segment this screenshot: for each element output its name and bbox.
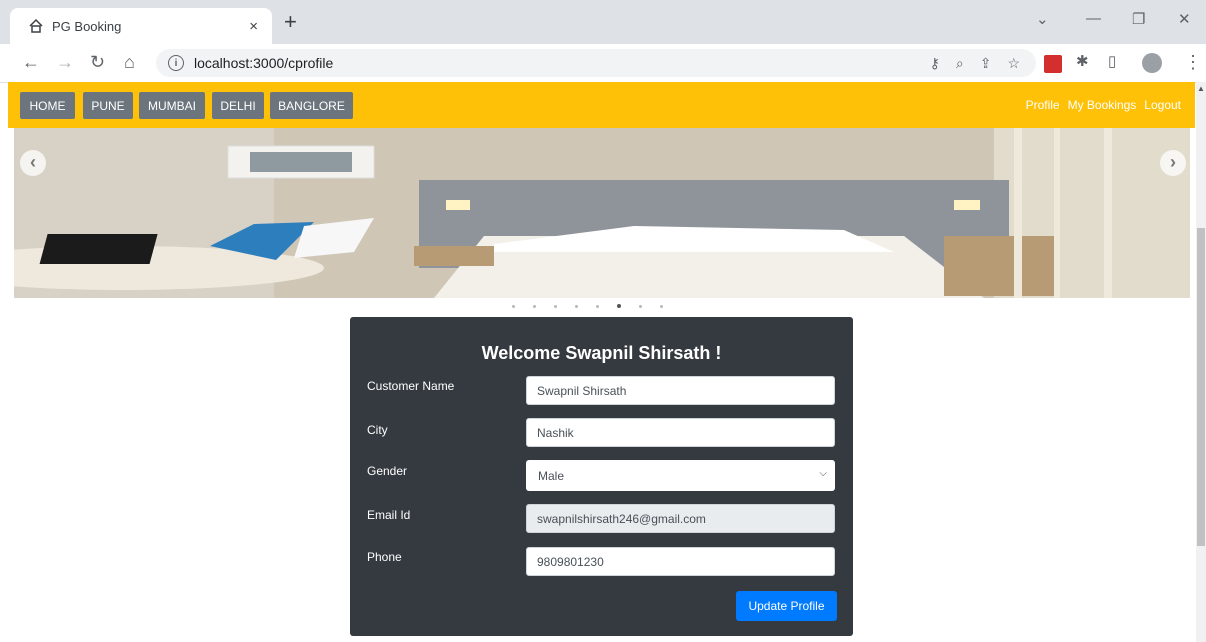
- nav-mumbai-button[interactable]: MUMBAI: [139, 92, 205, 119]
- room-photo: [14, 128, 1190, 298]
- forward-icon[interactable]: →: [56, 52, 74, 72]
- share-icon[interactable]: ⇪: [980, 55, 992, 72]
- email-label: Email Id: [367, 508, 411, 522]
- window-close-icon[interactable]: ✕: [1178, 10, 1191, 28]
- carousel-indicators: [512, 304, 663, 308]
- extension-icon[interactable]: [1044, 55, 1062, 73]
- browser-tab-strip: PG Booking × + ⌄ — ❐ ✕: [0, 0, 1206, 44]
- home-button-icon[interactable]: ⌂: [124, 52, 135, 72]
- minimize-icon[interactable]: —: [1086, 10, 1101, 27]
- site-info-icon[interactable]: i: [168, 55, 184, 71]
- carousel-indicator[interactable]: [639, 304, 642, 308]
- extensions-puzzle-icon[interactable]: ✱: [1076, 52, 1089, 72]
- carousel-indicator-active[interactable]: [617, 304, 621, 308]
- profile-link[interactable]: Profile: [1026, 98, 1060, 112]
- back-icon[interactable]: ←: [22, 52, 40, 72]
- tab-search-icon[interactable]: ⌄: [1036, 10, 1049, 28]
- restore-icon[interactable]: ❐: [1132, 10, 1145, 28]
- tab-close-icon[interactable]: ×: [249, 18, 258, 35]
- browser-tab[interactable]: PG Booking ×: [10, 8, 272, 44]
- my-bookings-link[interactable]: My Bookings: [1068, 98, 1137, 112]
- tab-title: PG Booking: [52, 18, 122, 34]
- url-bar[interactable]: i localhost:3000/cprofile ⚷ ⌕ ⇪ ☆: [156, 49, 1036, 77]
- phone-input[interactable]: [526, 547, 835, 576]
- gender-selected-value: Male: [538, 469, 565, 483]
- carousel-indicator[interactable]: [554, 304, 557, 308]
- scrollbar-thumb[interactable]: [1197, 228, 1205, 546]
- reload-icon[interactable]: ↻: [90, 52, 105, 72]
- carousel-indicator[interactable]: [533, 304, 536, 308]
- carousel-prev-icon[interactable]: ‹: [20, 150, 46, 176]
- gender-select[interactable]: Male ⌵: [526, 460, 835, 491]
- zoom-icon[interactable]: ⌕: [956, 55, 964, 72]
- carousel-indicator[interactable]: [575, 304, 578, 308]
- key-icon[interactable]: ⚷: [930, 55, 940, 72]
- side-panel-icon[interactable]: ▯: [1108, 52, 1116, 72]
- nav-home-button[interactable]: HOME: [20, 92, 75, 119]
- chevron-down-icon: ⌵: [819, 468, 827, 479]
- gender-label: Gender: [367, 464, 408, 478]
- logout-link[interactable]: Logout: [1144, 98, 1181, 112]
- new-tab-button[interactable]: +: [284, 10, 297, 34]
- update-profile-button[interactable]: Update Profile: [736, 591, 837, 621]
- welcome-heading: Welcome Swapnil Shirsath !: [481, 343, 722, 363]
- menu-kebab-icon[interactable]: ⋮: [1184, 52, 1202, 72]
- phone-label: Phone: [367, 550, 402, 564]
- scroll-up-arrow-icon[interactable]: ▲: [1197, 84, 1205, 93]
- address-bar-row: ← → ↻ ⌂ i localhost:3000/cprofile ⚷ ⌕ ⇪ …: [0, 44, 1206, 83]
- profile-avatar[interactable]: [1142, 53, 1162, 73]
- nav-pune-button[interactable]: PUNE: [83, 92, 133, 119]
- site-navbar: HOME PUNE MUMBAI DELHI BANGLORE Profile …: [8, 82, 1195, 128]
- carousel-indicator[interactable]: [660, 304, 663, 308]
- email-input: [526, 504, 835, 533]
- nav-banglore-button[interactable]: BANGLORE: [270, 92, 353, 119]
- carousel-indicator[interactable]: [512, 304, 515, 308]
- carousel-next-icon[interactable]: ›: [1160, 150, 1186, 176]
- profile-card: Welcome Swapnil Shirsath ! Customer Name…: [350, 317, 853, 636]
- nav-delhi-button[interactable]: DELHI: [212, 92, 264, 119]
- customer-name-input[interactable]: [526, 376, 835, 405]
- home-icon: [29, 18, 43, 33]
- room-carousel: ‹ ›: [14, 128, 1190, 298]
- city-label: City: [367, 423, 388, 437]
- url-text[interactable]: localhost:3000/cprofile: [194, 55, 333, 71]
- carousel-indicator[interactable]: [596, 304, 599, 308]
- customer-name-label: Customer Name: [367, 379, 455, 393]
- city-input[interactable]: [526, 418, 835, 447]
- bookmark-star-icon[interactable]: ☆: [1007, 55, 1020, 72]
